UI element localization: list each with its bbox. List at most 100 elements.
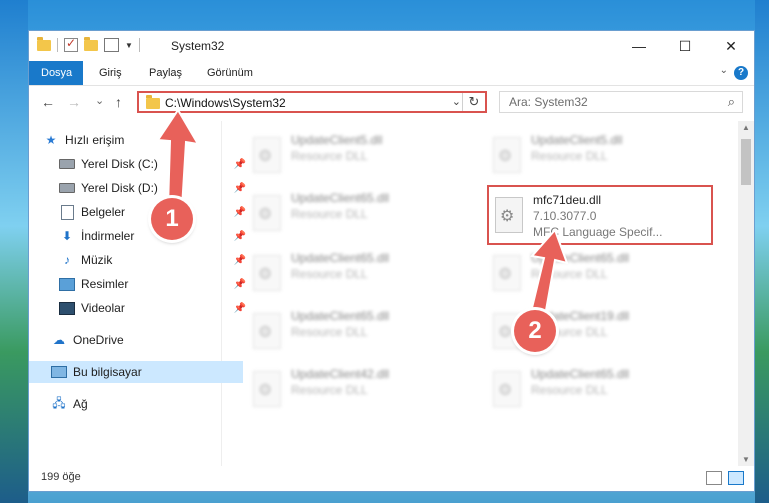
folder-icon: [37, 36, 51, 51]
sidebar-item-music[interactable]: ♪ Müzik 📌: [29, 249, 251, 271]
file-version: 7.10.3077.0: [533, 209, 597, 223]
pictures-icon: [59, 277, 75, 291]
search-box[interactable]: Ara: System32 ⌕: [499, 91, 743, 113]
disk-icon: [59, 157, 75, 171]
dll-file-icon: [493, 137, 521, 173]
forward-button[interactable]: →: [67, 94, 81, 110]
recent-locations-button[interactable]: ⌄: [95, 94, 104, 107]
dll-file-icon: [253, 195, 281, 231]
desktop-background-right: [755, 0, 769, 503]
quick-access-toolbar: ▼: [37, 36, 140, 52]
music-icon: ♪: [64, 253, 70, 267]
dll-file-icon: [253, 255, 281, 291]
properties-check-icon[interactable]: [64, 36, 78, 52]
downloads-icon: ⬇: [61, 229, 73, 243]
tab-share[interactable]: Paylaş: [137, 61, 194, 85]
annotation-marker-2: 2: [514, 310, 556, 352]
details-view-icon[interactable]: [706, 471, 722, 485]
dll-file-icon: [495, 197, 523, 233]
sidebar-item-label: Yerel Disk (C:): [81, 157, 158, 171]
refresh-button[interactable]: ↻: [462, 93, 485, 111]
window-title: System32: [171, 39, 225, 53]
minimize-button[interactable]: —: [616, 31, 662, 61]
sidebar-item-documents[interactable]: Belgeler 📌: [29, 201, 251, 223]
maximize-button[interactable]: ☐: [662, 31, 708, 61]
navigation-pane: ★ Hızlı erişim Yerel Disk (C:) 📌 Yerel D…: [29, 121, 246, 466]
sidebar-item-label: Belgeler: [81, 205, 126, 219]
sidebar-item-downloads[interactable]: ⬇ İndirmeler 📌: [29, 225, 251, 247]
toolbar-separator: [57, 38, 58, 52]
computer-icon: [51, 365, 67, 379]
file-item[interactable]: UpdateClient65.dll Resource DLL: [487, 361, 717, 419]
file-description: MFC Language Specif...: [533, 225, 663, 239]
dll-file-icon: [493, 371, 521, 407]
toolbar-separator: [138, 38, 140, 52]
star-icon: ★: [45, 133, 57, 147]
explorer-window: ▼ System32 — ☐ ✕ Dosya Giriş Paylaş Görü…: [28, 30, 755, 492]
sidebar-item-label: Hızlı erişim: [65, 133, 125, 147]
new-folder-icon[interactable]: [84, 36, 98, 51]
file-list: UpdateClient5.dll Resource DLL UpdateCli…: [223, 121, 741, 466]
tab-file[interactable]: Dosya: [29, 61, 83, 85]
sidebar-item-onedrive[interactable]: ☁ OneDrive: [29, 329, 243, 351]
sidebar-item-label: Ağ: [73, 397, 88, 411]
sidebar-item-quick-access[interactable]: ★ Hızlı erişim: [29, 129, 235, 151]
videos-icon: [59, 301, 75, 315]
sidebar-item-videos[interactable]: Videolar 📌: [29, 297, 251, 319]
ribbon-expand-icon[interactable]: ⌄: [720, 65, 728, 76]
file-item[interactable]: UpdateClient65.dll Resource DLL: [247, 185, 477, 243]
documents-icon: [59, 204, 75, 220]
sidebar-item-label: İndirmeler: [81, 229, 135, 243]
dll-file-icon: [253, 137, 281, 173]
highlighted-file-item[interactable]: mfc71deu.dll 7.10.3077.0 MFC Language Sp…: [487, 185, 713, 245]
tiles-view-icon[interactable]: [728, 471, 744, 485]
disk-icon: [59, 181, 75, 195]
file-item[interactable]: UpdateClient42.dll Resource DLL: [247, 361, 477, 419]
chevron-down-icon[interactable]: ▼: [125, 41, 133, 50]
sidebar-item-label: Videolar: [81, 301, 125, 315]
dll-file-icon: [493, 255, 521, 291]
sidebar-item-label: Resimler: [81, 277, 129, 291]
sidebar-item-network[interactable]: 🖧 Ağ: [29, 393, 243, 415]
sidebar-item-local-disk-c[interactable]: Yerel Disk (C:) 📌: [29, 153, 251, 175]
sidebar-item-local-disk-d[interactable]: Yerel Disk (D:) 📌: [29, 177, 251, 199]
file-item[interactable]: UpdateClient65.dll Resource DLL: [247, 245, 477, 303]
tab-home[interactable]: Giriş: [87, 61, 134, 85]
dll-file-icon: [253, 313, 281, 349]
sidebar-item-label: Bu bilgisayar: [73, 365, 142, 379]
address-bar[interactable]: C:\Windows\System32 ⌄ ↻: [137, 91, 487, 113]
desktop-background-left: [0, 0, 28, 503]
sidebar-item-pictures[interactable]: Resimler 📌: [29, 273, 251, 295]
sidebar-item-this-pc[interactable]: Bu bilgisayar: [29, 361, 243, 383]
sidebar-item-label: OneDrive: [73, 333, 124, 347]
scroll-down-icon[interactable]: ▼: [738, 455, 754, 464]
scroll-up-icon[interactable]: ▲: [738, 123, 754, 132]
dll-file-icon: [253, 371, 281, 407]
ribbon-tabs: Dosya Giriş Paylaş Görünüm ⌄ ?: [29, 61, 754, 86]
title-bar: ▼ System32 — ☐ ✕: [29, 31, 754, 61]
search-icon[interactable]: ⌕: [728, 94, 735, 110]
address-dropdown-icon[interactable]: ⌄: [452, 95, 461, 108]
cloud-icon: ☁: [53, 333, 65, 347]
close-button[interactable]: ✕: [708, 31, 754, 61]
item-count: 199 öğe: [41, 471, 81, 483]
back-button[interactable]: ←: [41, 94, 55, 110]
file-name: mfc71deu.dll: [533, 193, 602, 207]
sidebar-item-label: Müzik: [81, 253, 113, 267]
annotation-marker-1: 1: [151, 198, 193, 240]
file-item[interactable]: UpdateClient65.dll Resource DLL: [247, 303, 477, 361]
file-item[interactable]: UpdateClient5.dll Resource DLL: [487, 127, 717, 185]
network-icon: 🖧: [52, 395, 66, 410]
navigation-bar: ← → ⌄ ↑ C:\Windows\System32 ⌄ ↻ Ara: Sys…: [29, 86, 754, 118]
file-item[interactable]: UpdateClient65.dll Resource DLL: [487, 245, 717, 303]
search-input[interactable]: Ara: System32: [509, 95, 588, 109]
address-path[interactable]: C:\Windows\System32: [165, 96, 286, 110]
up-button[interactable]: ↑: [115, 94, 122, 110]
tab-view[interactable]: Görünüm: [195, 61, 265, 85]
scrollbar-thumb[interactable]: [741, 139, 751, 185]
file-item[interactable]: UpdateClient5.dll Resource DLL: [247, 127, 477, 185]
view-options-icon[interactable]: [104, 38, 119, 52]
vertical-scrollbar[interactable]: ▲ ▼: [738, 121, 754, 466]
help-icon[interactable]: ?: [734, 66, 748, 80]
sidebar-item-label: Yerel Disk (D:): [81, 181, 158, 195]
